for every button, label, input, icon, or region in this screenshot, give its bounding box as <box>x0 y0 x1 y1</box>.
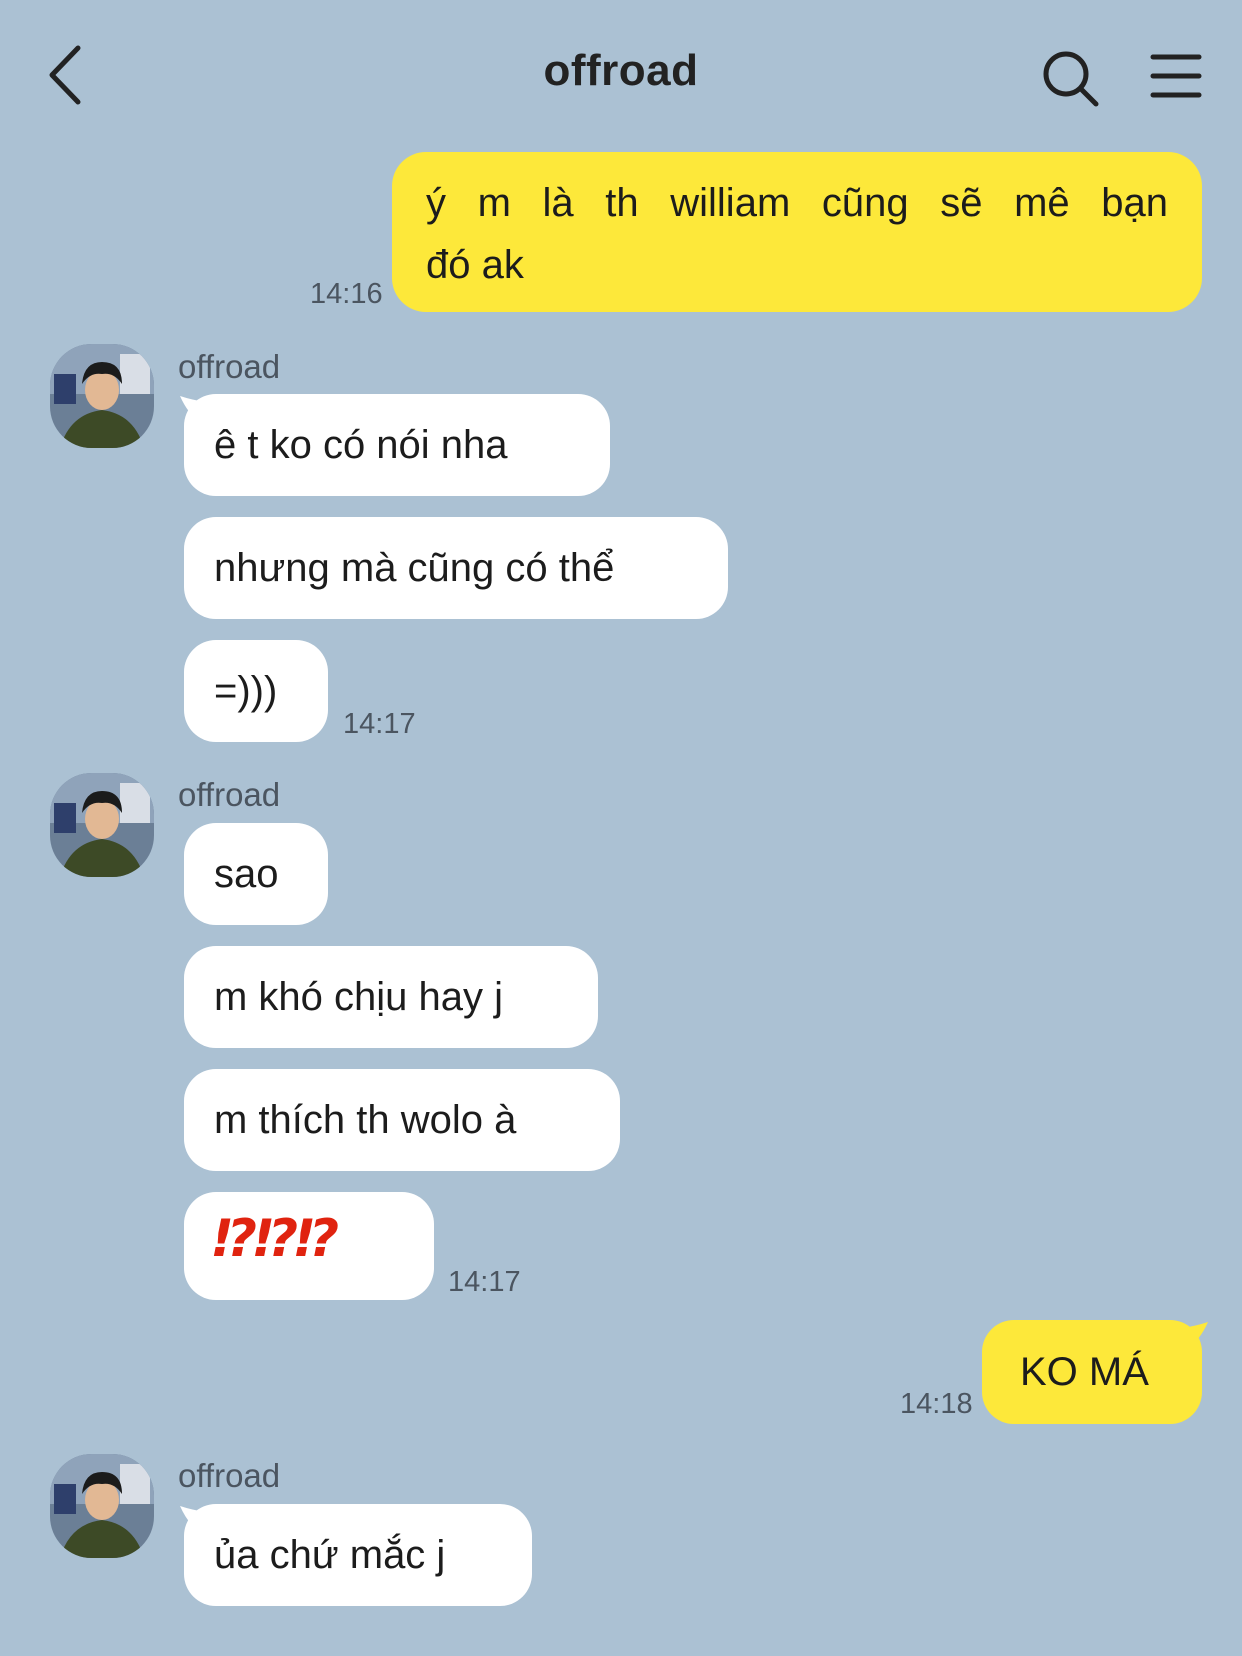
incoming-message-bubble[interactable]: =))) <box>184 640 328 742</box>
timestamp: 14:17 <box>343 708 416 740</box>
timestamp: 14:16 <box>310 278 383 310</box>
incoming-message-bubble[interactable]: ⁉⁉⁉ <box>184 1192 434 1300</box>
bubble-tail <box>1182 1322 1208 1348</box>
hamburger-menu-icon <box>1150 54 1202 98</box>
search-button[interactable] <box>1040 48 1102 110</box>
message-text-line: đó ak <box>426 243 524 287</box>
incoming-message-bubble[interactable]: ủa chứ mắc j <box>184 1504 532 1606</box>
avatar[interactable] <box>50 773 154 877</box>
avatar[interactable] <box>50 1454 154 1558</box>
outgoing-message-bubble[interactable]: KO MÁ <box>982 1320 1202 1424</box>
incoming-message-bubble[interactable]: m thích th wolo à <box>184 1069 620 1171</box>
incoming-message-bubble[interactable]: m khó chịu hay j <box>184 946 598 1048</box>
outgoing-message-bubble[interactable]: ý m là th william cũng sẽ mê bạn đó ak <box>392 152 1202 312</box>
profile-photo-icon <box>50 344 154 448</box>
sender-name: offroad <box>178 348 281 385</box>
avatar[interactable] <box>50 344 154 448</box>
incoming-message-bubble[interactable]: nhưng mà cũng có thể <box>184 517 728 619</box>
timestamp: 14:17 <box>448 1266 521 1298</box>
message-text-line: ý m là th william cũng sẽ mê bạn <box>426 181 1168 225</box>
incoming-message-bubble[interactable]: ê t ko có nói nha <box>184 394 610 496</box>
sender-name: offroad <box>178 1457 281 1494</box>
sender-name: offroad <box>178 776 281 813</box>
incoming-message-bubble[interactable]: sao <box>184 823 328 925</box>
search-icon <box>1043 51 1099 107</box>
menu-button[interactable] <box>1150 52 1202 100</box>
profile-photo-icon <box>50 773 154 877</box>
profile-photo-icon <box>50 1454 154 1558</box>
timestamp: 14:18 <box>900 1388 973 1420</box>
exclamation-question-emoji: ⁉⁉⁉ <box>214 1209 339 1269</box>
